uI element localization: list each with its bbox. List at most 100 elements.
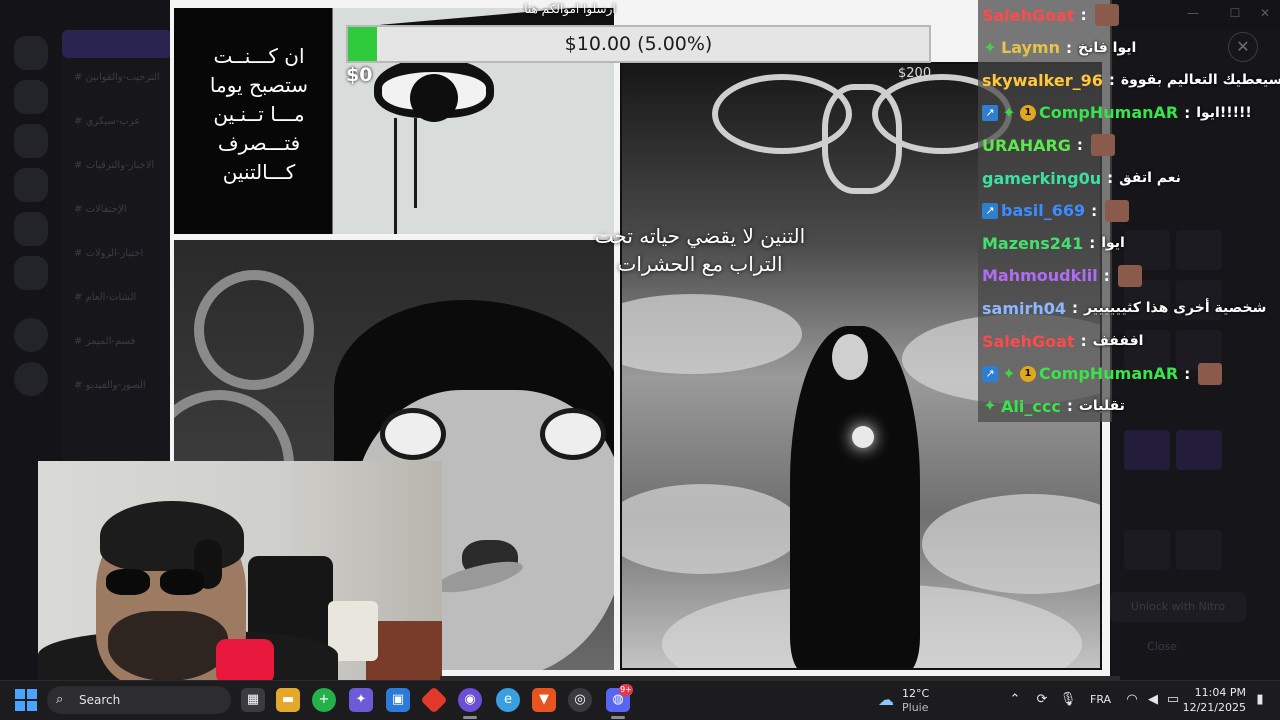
channel-item[interactable]: # الصور-والفيديو (74, 380, 170, 394)
sub-badge-icon: ✦ (983, 37, 997, 57)
dragon-quote: التنين لا يقضي حياته تحت التراب مع الحشر… (560, 222, 840, 278)
windows-start-icon[interactable] (15, 689, 37, 711)
emote-icon (1094, 4, 1119, 26)
task-view-icon[interactable]: ▦ (241, 688, 265, 712)
chat-username[interactable]: CompHumanAR (1039, 103, 1178, 122)
minimize-icon[interactable]: — (1180, 6, 1206, 24)
chat-username[interactable]: Mazens241 (982, 234, 1083, 253)
desktop: # الترحيب-والقوانين # عرب-سيكري # الاخبار-… (0, 0, 1280, 720)
poem-line: فتـــصرف (217, 131, 301, 155)
channel-item[interactable]: # الترحيب-والقوانين (74, 72, 170, 86)
poem-line: كـــالتنين (222, 160, 296, 184)
tear-line (394, 118, 397, 234)
server-icon[interactable] (14, 212, 48, 246)
chat-username[interactable]: Ali_ccc (1001, 397, 1061, 416)
dialog-close-icon[interactable]: ✕ (1228, 32, 1258, 62)
input-language[interactable]: FRA (1090, 693, 1111, 706)
chat-username[interactable]: URAHARG (982, 136, 1071, 155)
poem-line: ان كـــنــت (213, 44, 305, 68)
unlock-nitro-button[interactable]: Unlock with Nitro (1110, 592, 1246, 622)
channel-item[interactable]: # الإحتفالات (74, 204, 170, 218)
copilot-icon[interactable]: ✦ (349, 688, 373, 712)
rain-cloud-icon[interactable]: ☁ (874, 689, 898, 711)
sub-badge-icon: ✦ (983, 396, 997, 416)
chat-username[interactable]: basil_669 (1001, 201, 1085, 220)
chat-username[interactable]: CompHumanAR (1039, 364, 1178, 383)
taskbar-search[interactable]: Search (47, 686, 231, 714)
close-button[interactable]: Close (1140, 640, 1184, 660)
add-server-icon[interactable] (14, 318, 48, 352)
wifi-icon[interactable]: ◠ (1122, 690, 1142, 710)
server-icon[interactable] (14, 80, 48, 114)
chat-separator: : (1103, 266, 1110, 285)
goal-title: ارسلوا اموالكم هنا (524, 2, 616, 16)
member-panel (1112, 30, 1280, 680)
weather-temperature[interactable]: 12°C (902, 687, 929, 700)
brave-icon[interactable]: ▼ (532, 688, 556, 712)
chat-message: Mazens241: ايوا (982, 229, 1125, 257)
explore-servers-icon[interactable] (14, 362, 48, 396)
chat-text: ايوا فانخ (1078, 39, 1137, 56)
panel-tile (1176, 430, 1222, 470)
sync-icon[interactable]: ⟳ (1032, 690, 1052, 710)
notifications-icon[interactable]: ▮ (1250, 690, 1270, 710)
cloud-shape (622, 484, 802, 574)
server-icon[interactable] (14, 168, 48, 202)
chat-text: افففف (1092, 333, 1144, 349)
clock-date[interactable]: 12/21/2025 (1178, 701, 1246, 714)
chat-text: سيعطيك التعاليم بقووة (1120, 72, 1280, 89)
weather-condition[interactable]: Pluie (902, 701, 929, 714)
prime-badge-icon: ↗ (982, 104, 998, 121)
search-icon: ⌕ (56, 692, 64, 707)
close-window-icon[interactable]: ✕ (1252, 6, 1278, 24)
chat-username[interactable]: SalehGoat (982, 6, 1075, 25)
server-icon[interactable] (14, 256, 48, 290)
prime-badge-icon: ↗ (982, 202, 998, 219)
donation-goal-bar: $10.00 (5.00%) (346, 25, 931, 63)
maximize-icon[interactable]: ☐ (1222, 6, 1248, 24)
webcam-feed (38, 461, 442, 680)
chat-text: ايوا!!!!! (1196, 104, 1252, 121)
chat-message: URAHARG: (982, 131, 1115, 159)
twitch-icon[interactable]: ◉ (458, 688, 482, 712)
chat-username[interactable]: Mahmoudklil (982, 266, 1098, 285)
chat-separator: : (1076, 136, 1083, 155)
obs-icon[interactable]: ◎ (568, 688, 592, 712)
microphone-icon[interactable]: 🎙 (1058, 690, 1078, 710)
bits-badge-icon: 1 (1020, 104, 1036, 121)
emote-icon (1117, 264, 1142, 287)
chat-message: gamerking0u: نعم اتفق (982, 164, 1181, 192)
chat-username[interactable]: gamerking0u (982, 169, 1101, 188)
channel-item[interactable]: # قسم-الميمز (74, 336, 170, 350)
volume-icon[interactable]: ◀ (1143, 690, 1163, 710)
chat-text: نعم اتفق (1119, 170, 1181, 186)
glow-orb (852, 426, 874, 448)
active-app-indicator (611, 716, 625, 719)
smoke-swirl (194, 270, 314, 390)
xbox-icon[interactable]: + (312, 688, 336, 712)
chat-username[interactable]: Laymn (1001, 38, 1060, 57)
chat-username[interactable]: samirh04 (982, 299, 1066, 318)
chat-separator: : (1107, 169, 1114, 187)
chat-username[interactable]: SalehGoat (982, 332, 1075, 351)
edge-icon[interactable]: e (496, 688, 520, 712)
chat-separator: : (1066, 397, 1073, 416)
chat-separator: : (1080, 6, 1087, 24)
chat-separator: : (1089, 234, 1096, 253)
channel-item[interactable]: # عرب-سيكري (74, 116, 170, 130)
sunglasses-shape (98, 569, 218, 597)
channel-item[interactable]: # الشات-العام (74, 292, 170, 306)
chat-text: ايوا (1101, 235, 1125, 252)
chat-message: ↗ ✦ 1 CompHumanAR: (982, 360, 1223, 388)
channel-item[interactable]: # الاخبار-والترقيات (74, 160, 170, 174)
server-icon[interactable] (14, 36, 48, 70)
file-explorer-icon[interactable]: ▬ (276, 688, 300, 712)
chat-username[interactable]: skywalker_96 (982, 71, 1103, 90)
channel-item[interactable]: # اختيار-الرولات (74, 248, 170, 262)
poem-line: مـــا تــنـين (213, 102, 305, 126)
store-icon[interactable]: ▣ (386, 688, 410, 712)
server-icon[interactable] (14, 124, 48, 158)
chevron-up-icon[interactable]: ⌃ (1005, 690, 1025, 710)
active-app-indicator (463, 716, 477, 719)
clock-time[interactable]: 11:04 PM (1186, 686, 1246, 699)
